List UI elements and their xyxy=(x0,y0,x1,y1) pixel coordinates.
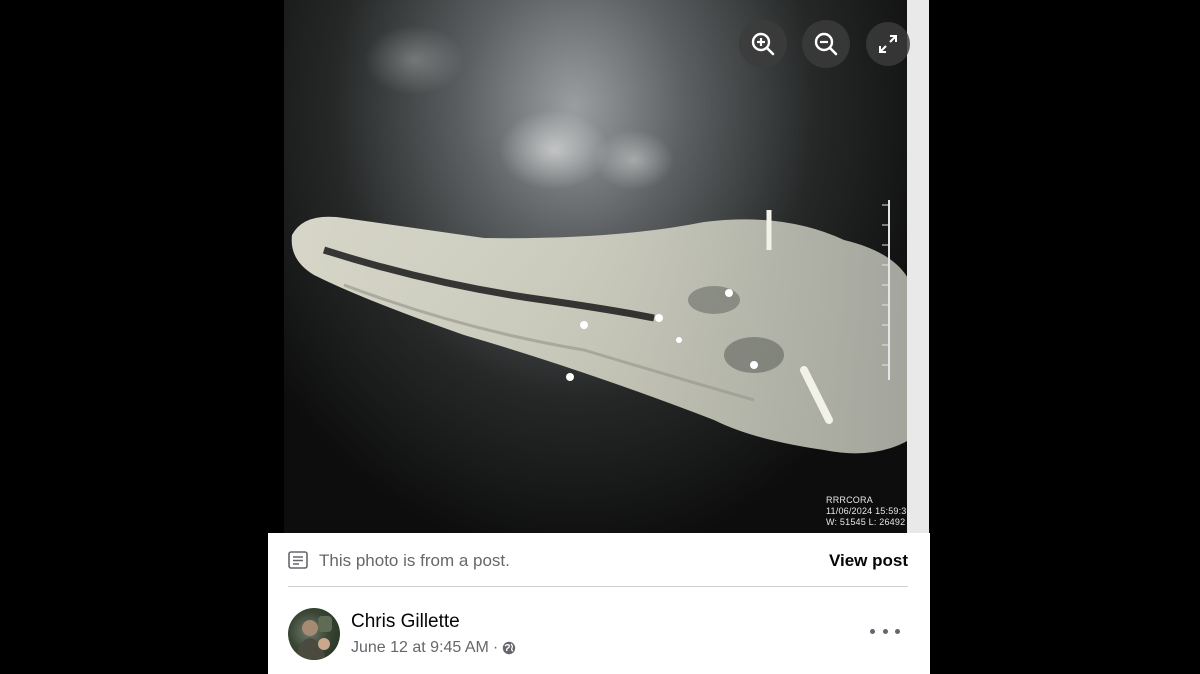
more-options-icon xyxy=(870,628,875,634)
more-options-button[interactable] xyxy=(870,621,900,641)
post-date[interactable]: June 12 at 9:45 AM xyxy=(351,639,489,657)
avatar[interactable] xyxy=(288,608,340,660)
zoom-out-icon xyxy=(814,32,838,56)
xray-readout: RRRCORA 11/06/2024 15:59:39 W: 51545 L: … xyxy=(826,495,912,528)
zoom-in-button[interactable] xyxy=(739,20,787,68)
divider xyxy=(288,586,908,587)
xray-readout-line3: W: 51545 L: 26492 xyxy=(826,517,906,527)
zoom-in-icon xyxy=(751,32,775,56)
fullscreen-button[interactable] xyxy=(866,22,910,66)
post-meta: June 12 at 9:45 AM · xyxy=(351,639,516,657)
zoom-out-button[interactable] xyxy=(802,20,850,68)
more-options-icon xyxy=(895,628,900,634)
post-info-panel: This photo is from a post. View post Chr… xyxy=(268,533,930,674)
post-notice: This photo is from a post. View post xyxy=(268,533,930,587)
view-post-link[interactable]: View post xyxy=(829,551,908,571)
monitor-edge xyxy=(907,0,929,533)
avatar-image xyxy=(296,616,332,660)
xray-readout-line1: RRRCORA xyxy=(826,495,873,505)
post-photo: RRRCORA 11/06/2024 15:59:39 W: 51545 L: … xyxy=(284,0,929,533)
expand-icon xyxy=(879,35,897,53)
post-notice-text: This photo is from a post. xyxy=(319,551,510,570)
meta-separator: · xyxy=(492,639,499,656)
globe-icon xyxy=(503,641,516,655)
xray-image xyxy=(291,25,909,454)
xray-readout-line2: 11/06/2024 15:59:39 xyxy=(826,506,912,516)
more-options-icon xyxy=(882,628,888,634)
document-icon xyxy=(288,551,308,569)
author-name[interactable]: Chris Gillette xyxy=(351,611,460,633)
